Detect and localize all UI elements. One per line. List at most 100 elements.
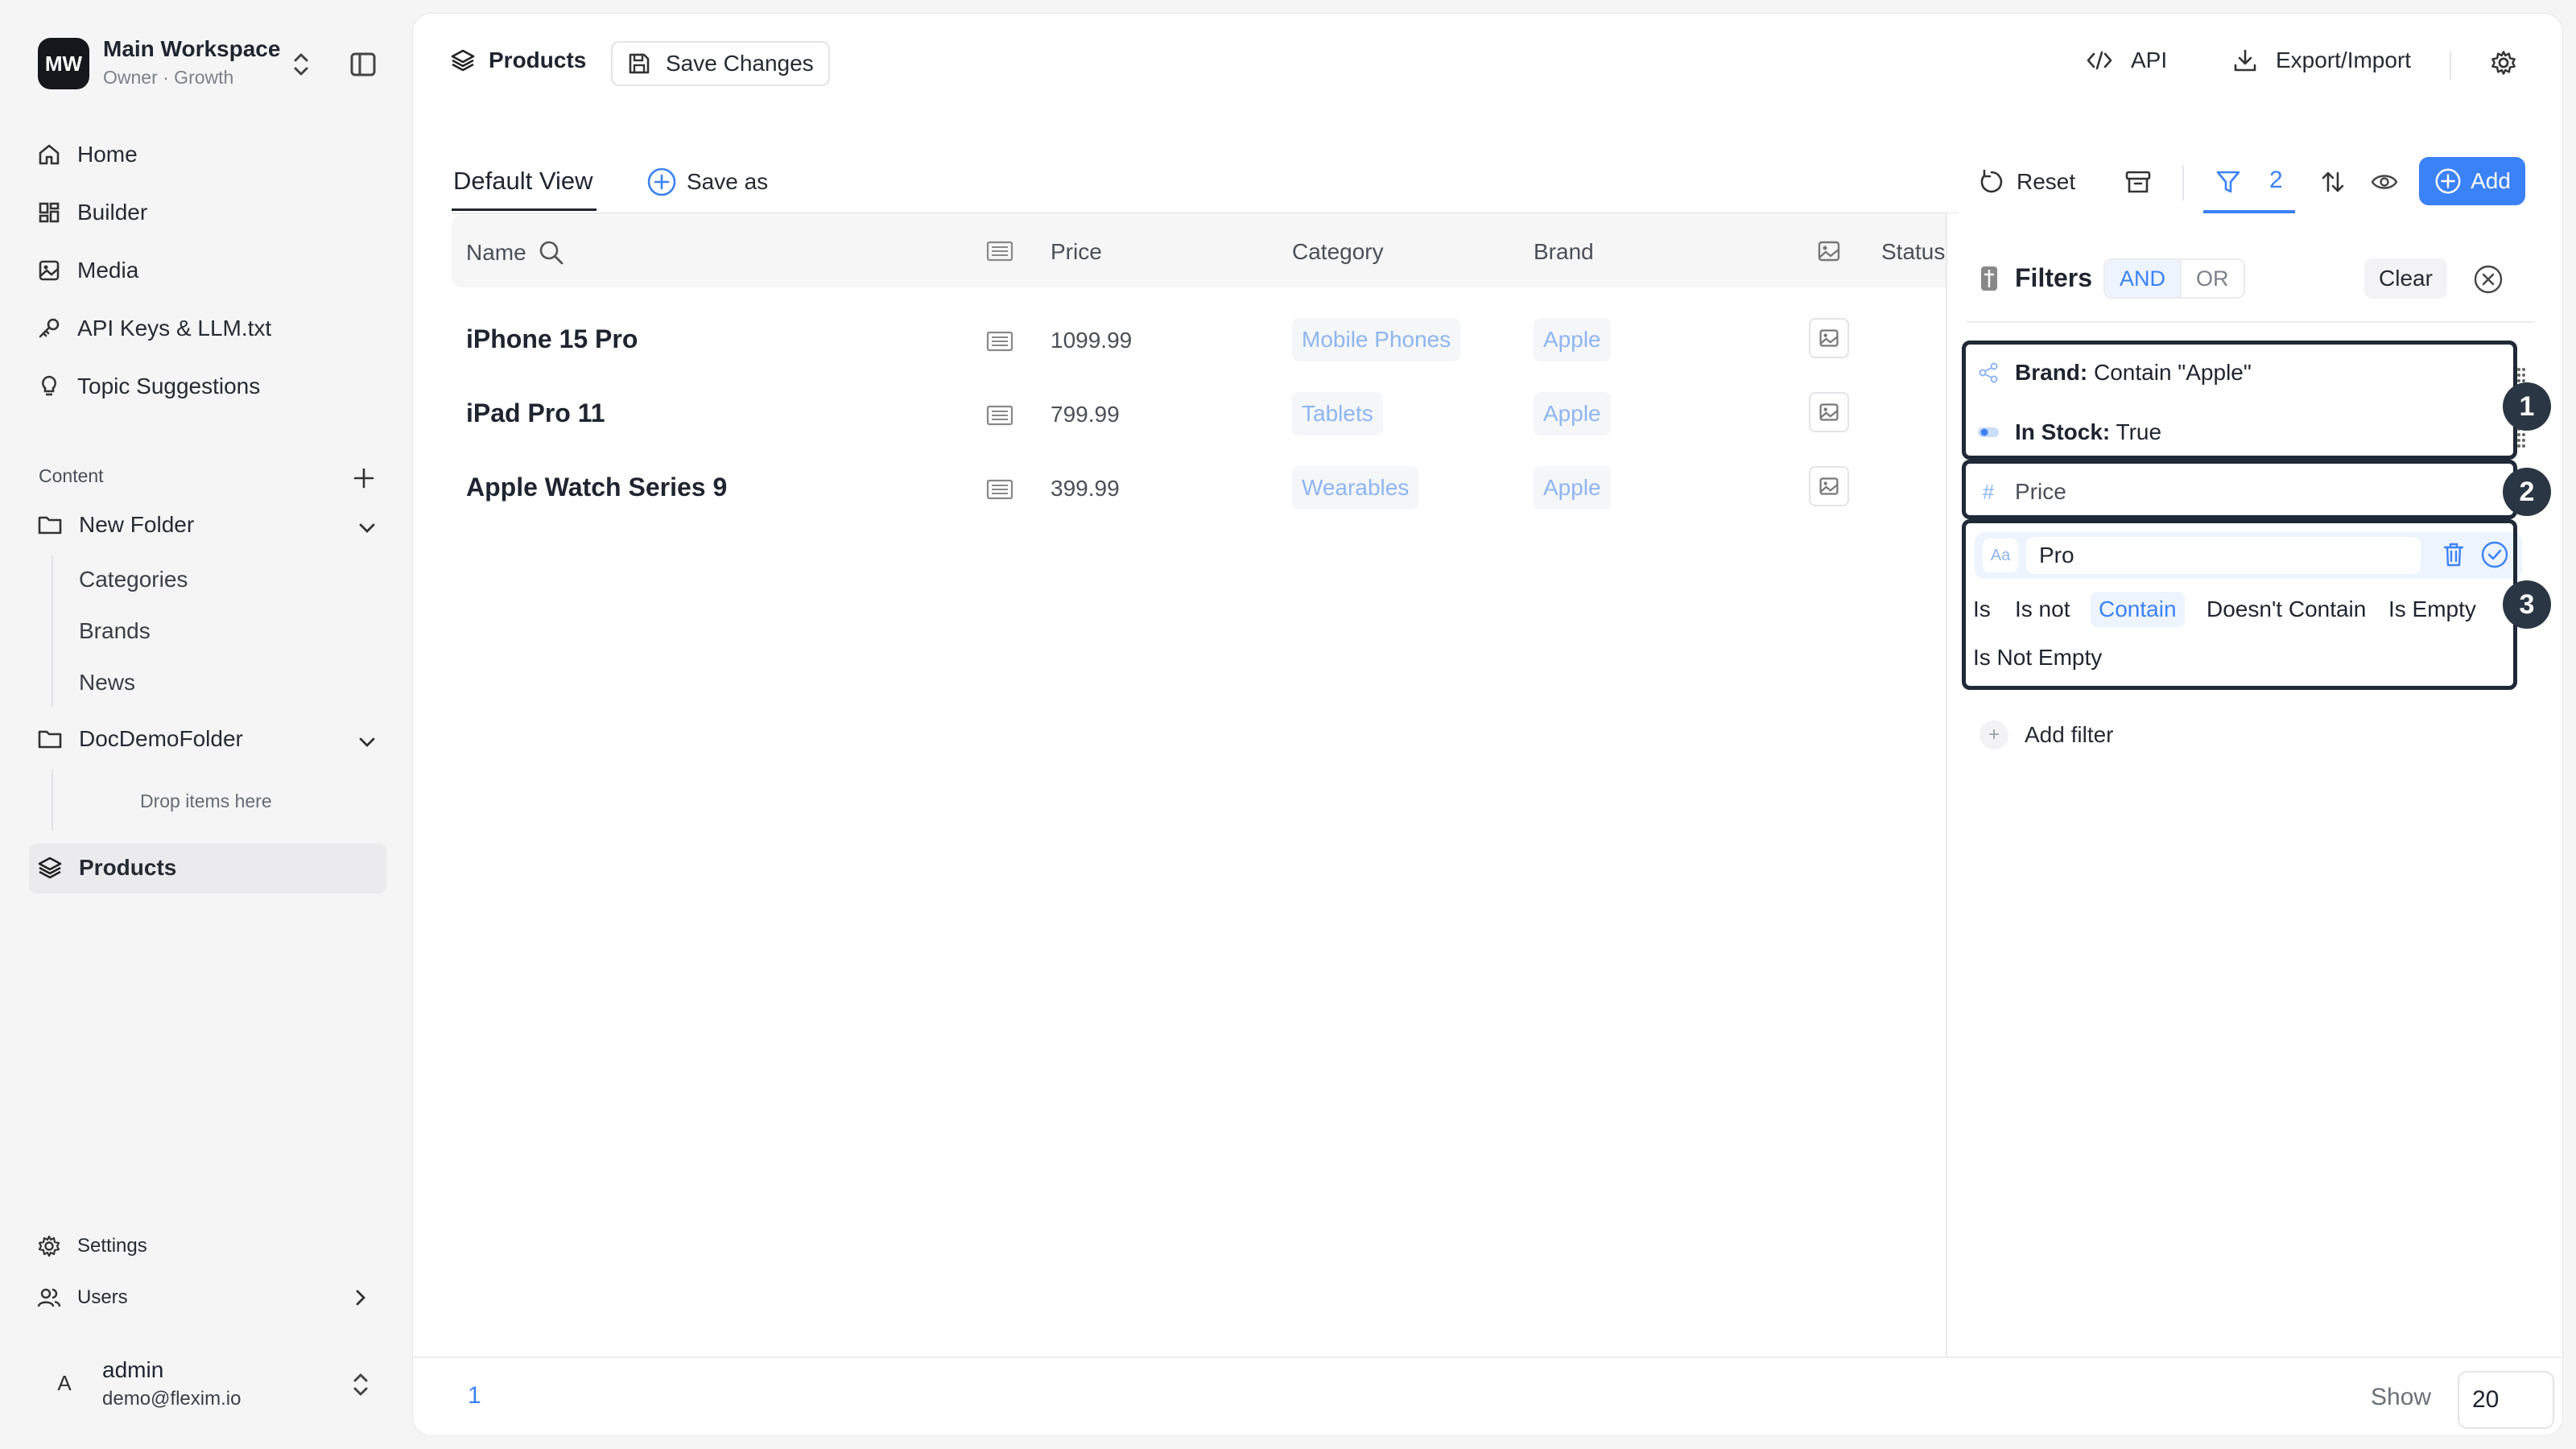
nav-topic-suggestions[interactable]: Topic Suggestions xyxy=(37,365,260,407)
gear-icon xyxy=(37,1234,61,1258)
clear-filters-button[interactable]: Clear xyxy=(2364,258,2447,299)
plus-icon: + xyxy=(1979,720,2008,749)
logic-toggle[interactable]: AND OR xyxy=(2103,258,2245,299)
products-table: Name Price Category Brand Status iPhone … xyxy=(452,215,1959,1366)
workspace-name[interactable]: Main Workspace xyxy=(103,36,280,62)
avatar[interactable]: A xyxy=(47,1365,82,1401)
nav-builder[interactable]: Builder xyxy=(37,192,147,233)
save-changes-button[interactable]: Save Changes xyxy=(611,41,830,86)
column-name-label: Name xyxy=(466,240,526,265)
drop-zone-hint[interactable]: Drop items here xyxy=(140,791,272,812)
brand-chip[interactable]: Apple xyxy=(1534,466,1611,510)
filters-panel: Filters AND OR Clear Brand: Contain "App… xyxy=(1946,213,2562,1358)
user-name: admin xyxy=(102,1357,164,1382)
filter-panel-icon xyxy=(1979,265,1999,292)
description-icon[interactable] xyxy=(986,479,1013,500)
logic-and-option[interactable]: AND xyxy=(2105,260,2181,297)
chevron-right-icon[interactable] xyxy=(351,1286,370,1309)
product-name[interactable]: Apple Watch Series 9 xyxy=(466,473,727,502)
page-size-input[interactable]: 20 xyxy=(2458,1371,2554,1429)
sidebar-item-products[interactable]: Products xyxy=(37,855,176,881)
table-row[interactable]: iPad Pro 11 799.99 Tablets Apple active xyxy=(452,378,1959,452)
filter-icon[interactable] xyxy=(2215,168,2242,196)
account-switcher-icon[interactable] xyxy=(348,1368,374,1401)
image-upload-button[interactable] xyxy=(1809,318,1849,358)
nav-builder-label: Builder xyxy=(77,200,148,225)
workspace-switcher-icon[interactable] xyxy=(288,48,314,80)
folder-new-folder[interactable]: New Folder xyxy=(37,512,194,538)
column-status[interactable]: Status xyxy=(1881,239,1945,265)
callout-box-2 xyxy=(1962,460,2517,519)
close-icon[interactable] xyxy=(2472,263,2504,295)
archive-icon[interactable] xyxy=(2124,168,2152,196)
sidebar-item-categories[interactable]: Categories xyxy=(79,567,188,592)
workspace-plan: Owner · Growth xyxy=(103,67,234,88)
page-title: Products xyxy=(450,47,586,73)
logic-or-option[interactable]: OR xyxy=(2180,260,2244,297)
reset-button[interactable]: Reset xyxy=(1978,168,2075,196)
chevron-down-icon[interactable] xyxy=(356,733,378,752)
column-name[interactable]: Name xyxy=(466,239,565,266)
sidebar-item-news[interactable]: News xyxy=(79,670,135,696)
divider xyxy=(2182,165,2184,200)
add-button[interactable]: Add xyxy=(2419,157,2525,205)
brand-chip[interactable]: Apple xyxy=(1534,318,1611,361)
tree-line xyxy=(52,770,53,831)
export-import-label: Export/Import xyxy=(2276,47,2412,72)
sidebar-toggle-icon[interactable] xyxy=(349,52,377,77)
nav-media-label: Media xyxy=(77,258,139,283)
description-icon[interactable] xyxy=(986,331,1013,352)
column-category[interactable]: Category xyxy=(1292,239,1384,265)
page-number[interactable]: 1 xyxy=(468,1382,481,1410)
folder-docdemofolder[interactable]: DocDemoFolder xyxy=(37,726,243,752)
chevron-down-icon[interactable] xyxy=(356,518,378,538)
product-price[interactable]: 399.99 xyxy=(1051,476,1120,502)
save-as-button[interactable]: Save as xyxy=(646,167,768,197)
lightbulb-icon xyxy=(37,374,61,398)
nav-users-label: Users xyxy=(77,1286,128,1308)
tab-default-view[interactable]: Default View xyxy=(453,167,592,196)
add-content-icon[interactable] xyxy=(351,465,377,491)
eye-icon[interactable] xyxy=(2371,170,2398,194)
nav-settings[interactable]: Settings xyxy=(37,1225,147,1267)
image-upload-button[interactable] xyxy=(1809,466,1849,506)
product-price[interactable]: 1099.99 xyxy=(1051,328,1132,353)
nav-topic-suggestions-label: Topic Suggestions xyxy=(77,374,261,398)
category-chip[interactable]: Tablets xyxy=(1292,392,1383,436)
table-row[interactable]: Apple Watch Series 9 399.99 Wearables Ap… xyxy=(452,452,1959,526)
workspace-avatar[interactable]: MW xyxy=(38,38,89,89)
description-icon[interactable] xyxy=(986,405,1013,426)
sidebar-item-brands[interactable]: Brands xyxy=(79,618,151,644)
nav-api-keys[interactable]: API Keys & LLM.txt xyxy=(37,308,271,349)
save-as-label: Save as xyxy=(687,169,769,194)
brand-chip[interactable]: Apple xyxy=(1534,392,1611,436)
search-icon[interactable] xyxy=(538,239,565,266)
table-row[interactable]: iPhone 15 Pro 1099.99 Mobile Phones Appl… xyxy=(452,303,1959,378)
column-brand[interactable]: Brand xyxy=(1534,239,1594,265)
column-price[interactable]: Price xyxy=(1051,239,1102,265)
reset-icon xyxy=(1978,168,2005,196)
add-filter-button[interactable]: + Add filter xyxy=(1979,720,2114,749)
product-name[interactable]: iPad Pro 11 xyxy=(466,398,605,428)
image-upload-button[interactable] xyxy=(1809,392,1849,432)
folder-icon xyxy=(37,514,63,536)
category-chip[interactable]: Mobile Phones xyxy=(1292,318,1461,361)
nav-users[interactable]: Users xyxy=(37,1277,128,1319)
filter-count-badge[interactable]: 2 xyxy=(2269,167,2283,194)
nav-home[interactable]: Home xyxy=(37,134,138,175)
home-icon xyxy=(37,142,61,167)
description-column-icon xyxy=(986,241,1013,262)
category-chip[interactable]: Wearables xyxy=(1292,466,1419,510)
gear-icon[interactable] xyxy=(2490,49,2517,76)
product-price[interactable]: 799.99 xyxy=(1051,402,1120,427)
divider xyxy=(2450,51,2451,80)
main-panel: Products Save Changes API Export/Import … xyxy=(412,13,2563,1436)
user-email: demo@flexim.io xyxy=(102,1388,242,1410)
add-label: Add xyxy=(2471,168,2511,193)
api-button[interactable]: API xyxy=(2086,47,2167,73)
nav-media[interactable]: Media xyxy=(37,250,138,291)
product-name[interactable]: iPhone 15 Pro xyxy=(466,324,638,354)
export-import-button[interactable]: Export/Import xyxy=(2232,47,2411,73)
sort-icon[interactable] xyxy=(2319,168,2347,196)
filters-title-text: Filters xyxy=(2015,263,2093,292)
